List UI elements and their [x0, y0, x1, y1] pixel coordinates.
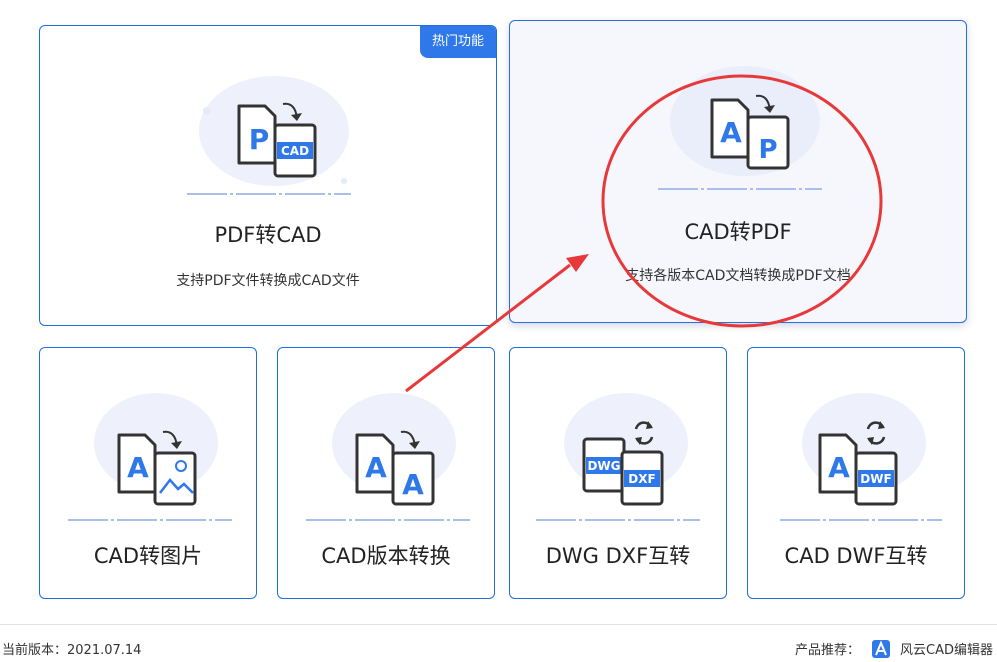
card-cad-to-pdf[interactable]: A P CAD转PDF 支持各版本CAD文档转换成PDF文档 — [509, 20, 967, 323]
svg-text:DWF: DWF — [860, 472, 891, 486]
card-title: DWG DXF互转 — [545, 544, 691, 568]
svg-text:A: A — [828, 451, 850, 484]
card-pdf-to-cad[interactable]: 热门功能 P CAD PDF转CAD 支持PDF文件转换成CAD文件 — [39, 25, 497, 326]
product-recommend: 产品推荐： 风云CAD编辑器 — [795, 639, 993, 658]
svg-text:A: A — [365, 451, 387, 484]
product-link[interactable]: 风云CAD编辑器 — [900, 639, 993, 658]
cad-to-image-icon: A — [68, 393, 232, 521]
footer-divider — [0, 624, 997, 625]
svg-text:DWG: DWG — [587, 459, 620, 473]
svg-text:CAD: CAD — [281, 144, 309, 158]
card-title: CAD转图片 — [93, 544, 203, 568]
cad-dwf-convert-icon: A DWF — [780, 393, 942, 521]
svg-text:DXF: DXF — [628, 472, 655, 486]
version-label: 当前版本： — [2, 643, 68, 658]
version-info: 当前版本：2021.07.14 — [2, 639, 141, 658]
card-title: CAD转PDF — [684, 220, 792, 244]
svg-text:P: P — [249, 123, 270, 156]
card-cad-version-convert[interactable]: A A CAD版本转换 — [277, 347, 495, 599]
svg-text:A: A — [127, 451, 149, 484]
svg-text:P: P — [758, 135, 777, 165]
recommend-label: 产品推荐： — [795, 643, 861, 658]
card-cad-dwf-convert[interactable]: A DWF CAD DWF互转 — [747, 347, 965, 599]
card-title: CAD版本转换 — [321, 544, 451, 568]
card-cad-to-image[interactable]: A CAD转图片 — [39, 347, 257, 599]
card-title: CAD DWF互转 — [784, 544, 928, 568]
svg-text:A: A — [402, 468, 424, 501]
app-logo-icon[interactable] — [872, 639, 891, 658]
card-dwg-dxf-convert[interactable]: DWG DXF DWG DXF互转 — [509, 347, 727, 599]
dwg-dxf-convert-icon: DWG DXF — [536, 393, 700, 521]
cad-version-convert-icon: A A — [306, 393, 470, 521]
version-number: 2021.07.14 — [67, 643, 142, 658]
cad-to-pdf-icon: A P — [658, 66, 822, 190]
card-description: 支持PDF文件转换成CAD文件 — [176, 273, 360, 289]
hot-feature-badge: 热门功能 — [420, 26, 496, 58]
svg-text:A: A — [720, 116, 742, 149]
card-description: 支持各版本CAD文档转换成PDF文档 — [625, 268, 851, 284]
card-title: PDF转CAD — [214, 223, 322, 247]
pdf-to-cad-icon: P CAD — [187, 76, 351, 195]
